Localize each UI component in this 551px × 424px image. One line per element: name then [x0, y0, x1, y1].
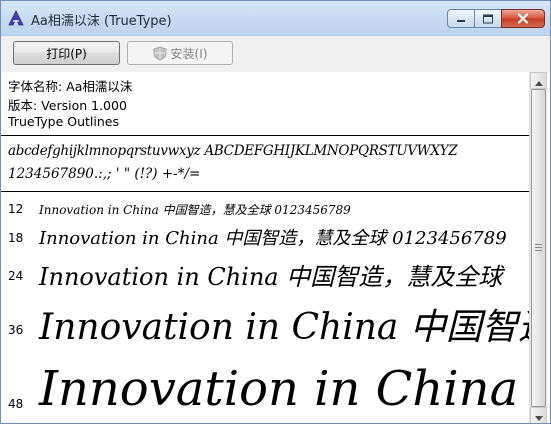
window-controls: [447, 9, 545, 29]
size-label: 36: [8, 323, 24, 337]
font-viewer-window: Aa相濡以沫 (TrueType) 打印(P) 安装(I) 字体名称: Aa相濡…: [0, 0, 551, 424]
sample-row-18: 18 Innovation in China 中国智造，慧及全球 0123456…: [1, 222, 529, 250]
install-button[interactable]: 安装(I): [127, 41, 233, 65]
size-label: 12: [8, 202, 24, 216]
minimize-button[interactable]: [447, 9, 475, 28]
sample-text: Innovation in China 中国智造: [39, 307, 529, 348]
sample-row-12: 12 Innovation in China 中国智造，慧及全球 0123456…: [1, 200, 529, 220]
maximize-button[interactable]: [474, 9, 502, 28]
title-bar[interactable]: Aa相濡以沫 (TrueType): [1, 1, 550, 35]
minimize-icon: [455, 9, 467, 28]
uac-shield-icon: [153, 46, 167, 61]
sample-row-48: 48 Innovation in China: [1, 357, 529, 423]
divider-top: [1, 135, 529, 136]
charset-line-symbols: 1234567890.:,; ' " (!?) +-*/=: [8, 166, 201, 182]
size-label: 48: [8, 397, 24, 411]
close-icon: [517, 9, 529, 28]
vertical-scrollbar[interactable]: [529, 72, 547, 423]
font-version-line: 版本: Version 1.000: [8, 98, 127, 113]
scroll-up-button[interactable]: [530, 72, 547, 89]
sample-text: Innovation in China 中国智造，慧及全球 0123456789: [39, 228, 507, 249]
install-button-label: 安装(I): [170, 46, 208, 61]
window-title: Aa相濡以沫 (TrueType): [31, 14, 172, 29]
divider-bottom: [1, 191, 529, 192]
sample-text: Innovation in China 中国智造，慧及全球 0123456789: [39, 203, 351, 217]
font-outline-line: TrueType Outlines: [8, 114, 119, 129]
sample-row-24: 24 Innovation in China 中国智造，慧及全球: [1, 255, 529, 291]
font-preview-area: 字体名称: Aa相濡以沫 版本: Version 1.000 TrueType …: [1, 72, 550, 423]
arrow-down-icon: [534, 406, 543, 423]
size-label: 24: [8, 269, 24, 283]
toolbar: 打印(P) 安装(I): [1, 35, 550, 72]
size-label: 18: [8, 231, 24, 245]
sample-text: Innovation in China: [39, 361, 519, 417]
print-button-label: 打印(P): [46, 46, 87, 61]
scroll-thumb[interactable]: [531, 89, 546, 407]
print-button[interactable]: 打印(P): [13, 41, 120, 65]
arrow-up-icon: [534, 72, 543, 90]
maximize-icon: [482, 9, 494, 28]
sample-text: Innovation in China 中国智造，慧及全球: [39, 263, 503, 291]
scroll-down-button[interactable]: [530, 406, 547, 423]
sample-row-36: 36 Innovation in China 中国智造: [1, 296, 529, 352]
close-button[interactable]: [501, 9, 545, 28]
charset-line-letters: abcdefghijklmnopqrstuvwxyz ABCDEFGHIJKLM…: [8, 143, 458, 159]
font-app-icon: [7, 10, 25, 26]
font-name-line: 字体名称: Aa相濡以沫: [8, 79, 133, 94]
